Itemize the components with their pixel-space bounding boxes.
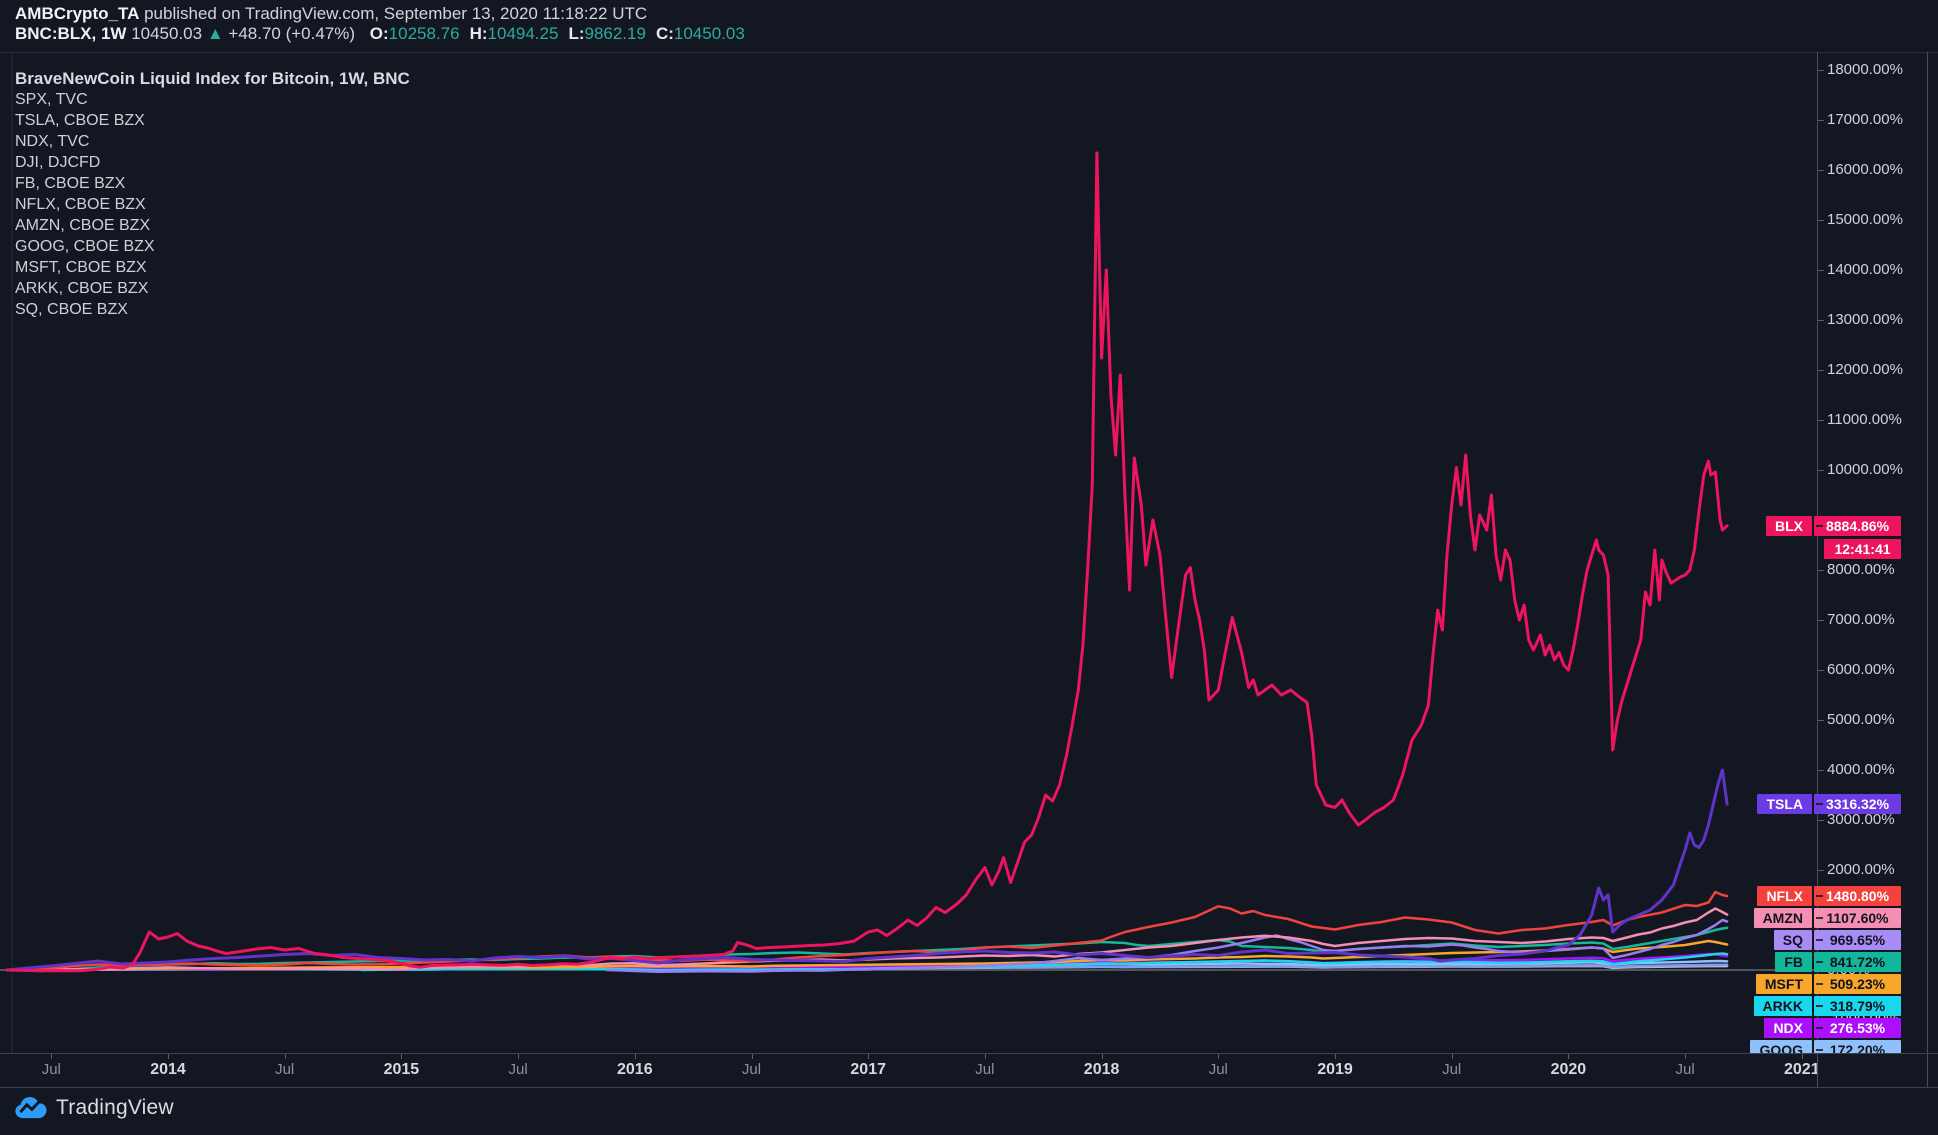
- published-line: AMBCrypto_TA published on TradingView.co…: [15, 4, 745, 23]
- time-scale-label-2020: 2020: [1551, 1061, 1587, 1079]
- price-label-symbol: ARKK: [1754, 996, 1812, 1016]
- legend-main-symbol[interactable]: BraveNewCoin Liquid Index for Bitcoin, 1…: [15, 68, 410, 89]
- legend-item-nflx[interactable]: NFLX, CBOE BZX: [15, 194, 410, 215]
- time-scale-label-2016: 2016: [617, 1061, 653, 1079]
- legend-item-fb[interactable]: FB, CBOE BZX: [15, 173, 410, 194]
- price-label-symbol: GOOG: [1750, 1040, 1812, 1053]
- time-scale-bottom-border: [0, 1087, 1938, 1088]
- price-label-NFLX: NFLX1480.80%: [0, 886, 1938, 906]
- price-label-symbol: NDX: [1764, 1018, 1812, 1038]
- time-scale-label-2014: 2014: [150, 1061, 186, 1079]
- time-scale-label-Jul: Jul: [42, 1061, 61, 1078]
- legend-item-amzn[interactable]: AMZN, CBOE BZX: [15, 215, 410, 236]
- time-scale-label-Jul: Jul: [509, 1061, 528, 1078]
- legend-item-ndx[interactable]: NDX, TVC: [15, 131, 410, 152]
- time-scale-label-Jul: Jul: [275, 1061, 294, 1078]
- price-label-value: 509.23%: [1814, 974, 1901, 994]
- price-label-tick: [1816, 939, 1823, 941]
- ohlc-label: H:: [470, 24, 488, 43]
- symbol-legend: BraveNewCoin Liquid Index for Bitcoin, 1…: [15, 68, 410, 320]
- symbol-line: BNC:BLX, 1W 10450.03 ▲ +48.70 (+0.47%) O…: [15, 24, 745, 43]
- price-label-symbol: TSLA: [1757, 794, 1812, 814]
- tradingview-brand-text: TradingView: [56, 1096, 174, 1120]
- price-label-symbol: AMZN: [1754, 908, 1812, 928]
- time-scale-label-2015: 2015: [384, 1061, 420, 1079]
- time-scale-label-Jul: Jul: [1676, 1061, 1695, 1078]
- price-label-value: 8884.86%: [1814, 516, 1901, 536]
- legend-item-msft[interactable]: MSFT, CBOE BZX: [15, 257, 410, 278]
- time-scale-label-Jul: Jul: [742, 1061, 761, 1078]
- price-label-symbol: NFLX: [1757, 886, 1812, 906]
- time-scale[interactable]: Jul 2014 Jul 2015 Jul 2016 Jul 2017 Jul 2018 Jul 20…: [0, 1053, 1817, 1087]
- price-label-tick: [1816, 983, 1823, 985]
- price-label-NDX: NDX276.53%: [0, 1018, 1938, 1038]
- published-text: published on TradingView.com, September …: [139, 4, 647, 23]
- price-label-symbol: SQ: [1774, 930, 1812, 950]
- time-scale-label-Jul: Jul: [1209, 1061, 1228, 1078]
- price-label-AMZN: AMZN1107.60%: [0, 908, 1938, 928]
- legend-item-tsla[interactable]: TSLA, CBOE BZX: [15, 110, 410, 131]
- author-name: AMBCrypto_TA: [15, 4, 139, 23]
- price-label-tick: [1816, 1005, 1823, 1007]
- ohlc-value: 10494.25: [488, 24, 559, 43]
- legend-item-sq[interactable]: SQ, CBOE BZX: [15, 299, 410, 320]
- price-label-tick: [1816, 1027, 1823, 1029]
- price-label-ARKK: ARKK318.79%: [0, 996, 1938, 1016]
- snapshot-header: AMBCrypto_TA published on TradingView.co…: [15, 4, 745, 43]
- legend-item-goog[interactable]: GOOG, CBOE BZX: [15, 236, 410, 257]
- price-label-value: 969.65%: [1814, 930, 1901, 950]
- time-scale-label-2018: 2018: [1084, 1061, 1120, 1079]
- price-label-tick: [1816, 961, 1823, 963]
- legend-item-arkk[interactable]: ARKK, CBOE BZX: [15, 278, 410, 299]
- price-label-symbol: FB: [1775, 952, 1812, 972]
- tradingview-snapshot: 18000.00%17000.00%16000.00%15000.00%1400…: [0, 0, 1938, 1135]
- ohlc-value: 9862.19: [584, 24, 645, 43]
- up-arrow-icon: ▲: [207, 24, 224, 43]
- last-price: 10450.03: [131, 24, 202, 43]
- price-label-tick: [1816, 525, 1823, 527]
- time-scale-label-Jul: Jul: [975, 1061, 994, 1078]
- time-scale-label-2017: 2017: [850, 1061, 886, 1079]
- ohlc-value: 10450.03: [674, 24, 745, 43]
- price-label-GOOG: GOOG172.20%: [0, 1040, 1938, 1053]
- price-label-tick: [1816, 917, 1823, 919]
- countdown-value: 12:41:41: [1824, 539, 1901, 559]
- price-label-symbol: MSFT: [1756, 974, 1812, 994]
- time-scale-label-2021: 2021: [1784, 1061, 1817, 1079]
- legend-item-dji[interactable]: DJI, DJCFD: [15, 152, 410, 173]
- price-label-value: 172.20%: [1814, 1040, 1901, 1053]
- price-label-SQ: SQ969.65%: [0, 930, 1938, 950]
- ohlc-label: C:: [656, 24, 674, 43]
- price-label-value: 1480.80%: [1814, 886, 1901, 906]
- brand-footer[interactable]: TradingView: [14, 1095, 174, 1121]
- ohlc-label: O:: [370, 24, 389, 43]
- ohlc-label: L:: [568, 24, 584, 43]
- price-label-value: 1107.60%: [1814, 908, 1901, 928]
- price-label-MSFT: MSFT509.23%: [0, 974, 1938, 994]
- price-label-TSLA: TSLA3316.32%: [0, 794, 1938, 814]
- time-scale-label-2019: 2019: [1317, 1061, 1353, 1079]
- price-label-tick: [1816, 803, 1823, 805]
- price-label-tick: [1816, 895, 1823, 897]
- ohlc-values: O:10258.76 H:10494.25 L:9862.19 C:10450.03: [360, 24, 745, 43]
- price-label-symbol: BLX: [1766, 516, 1812, 536]
- time-scale-label-Jul: Jul: [1442, 1061, 1461, 1078]
- ohlc-value: 10258.76: [389, 24, 460, 43]
- price-label-value: 276.53%: [1814, 1018, 1901, 1038]
- price-label-value: 318.79%: [1814, 996, 1901, 1016]
- price-change: +48.70 (+0.47%): [228, 24, 355, 43]
- price-label-value: 841.72%: [1814, 952, 1901, 972]
- price-label-tick: [1816, 1049, 1823, 1051]
- symbol-interval: BNC:BLX, 1W: [15, 24, 126, 43]
- price-label-value: 3316.32%: [1814, 794, 1901, 814]
- legend-item-spx[interactable]: SPX, TVC: [15, 89, 410, 110]
- price-label-BLX: BLX8884.86%: [0, 516, 1938, 536]
- price-label-FB: FB841.72%: [0, 952, 1938, 972]
- bar-close-countdown: 12:41:41: [0, 539, 1938, 559]
- tradingview-logo-icon: [14, 1095, 47, 1121]
- time-scale-border: [0, 1053, 1938, 1054]
